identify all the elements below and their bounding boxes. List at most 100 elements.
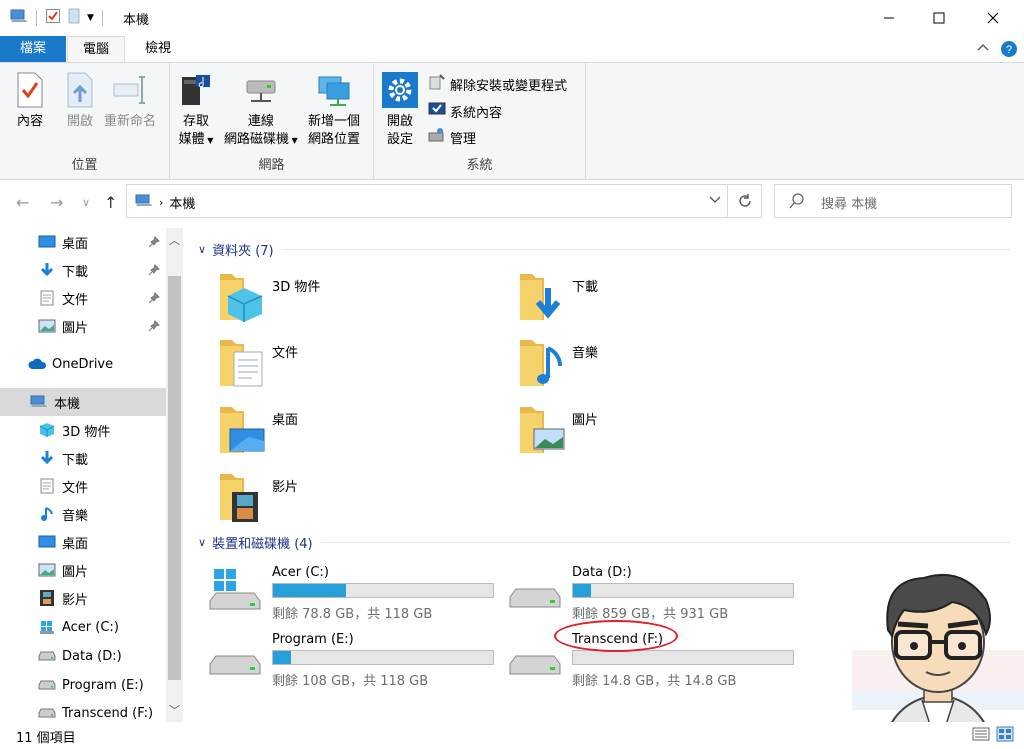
- breadcrumb-this-pc[interactable]: 本機: [169, 193, 195, 212]
- folder-documents[interactable]: 文件: [218, 336, 298, 390]
- ribbon-group-label: 位置: [71, 158, 98, 173]
- open-button[interactable]: 開啟: [62, 71, 98, 131]
- properties-icon[interactable]: [45, 8, 61, 28]
- folder-downloads-icon: [518, 270, 566, 324]
- address-dropdown-icon[interactable]: [709, 192, 721, 210]
- pin-icon[interactable]: [148, 292, 160, 308]
- nav-item-drive-c[interactable]: Acer (C:): [0, 613, 166, 641]
- folders-group-header[interactable]: ∨ 資料夾 (7): [198, 240, 1010, 259]
- large-icons-view-icon[interactable]: [996, 726, 1014, 746]
- minimize-button[interactable]: [862, 0, 916, 36]
- nav-item-drive-e[interactable]: Program (E:): [0, 671, 166, 699]
- download-arrow-icon: [38, 261, 56, 279]
- nav-item-desktop-quick[interactable]: 桌面: [0, 228, 166, 256]
- up-button[interactable]: ↑: [104, 193, 117, 212]
- new-folder-icon[interactable]: [67, 8, 81, 28]
- folder-pictures-icon: [518, 403, 566, 457]
- drives-group-header[interactable]: ∨ 裝置和磁碟機 (4): [198, 533, 1010, 552]
- nav-item-pictures-quick[interactable]: 圖片: [0, 312, 166, 340]
- folder-music[interactable]: 音樂: [518, 336, 598, 390]
- scrollbar-thumb[interactable]: [168, 276, 181, 680]
- add-network-location-button[interactable]: 新增一個 網路位置: [308, 71, 360, 149]
- ribbon-group-network: 存取 媒體 ▼ 連線 網路磁碟機 ▼ 新增一個 網路位置 網路: [170, 63, 374, 179]
- chevron-down-icon[interactable]: ▼: [87, 13, 94, 23]
- ribbon-group-label: 系統: [466, 158, 493, 173]
- nav-item-onedrive[interactable]: OneDrive: [0, 350, 166, 378]
- access-media-button[interactable]: 存取 媒體 ▼: [178, 71, 214, 150]
- nav-item-documents[interactable]: 文件: [0, 472, 166, 500]
- nav-item-desktop[interactable]: 桌面: [0, 528, 166, 556]
- scroll-up-icon[interactable]: ︿: [169, 232, 180, 248]
- nav-pane-scrollbar[interactable]: ︿ ﹀: [166, 228, 183, 722]
- item-count: 11 個項目: [16, 731, 76, 746]
- folder-music-icon: [518, 336, 566, 390]
- tab-computer[interactable]: 電腦: [67, 36, 125, 62]
- nav-item-documents-quick[interactable]: 文件: [0, 284, 166, 312]
- desktop-icon: [38, 233, 56, 251]
- address-bar[interactable]: › 本機: [126, 184, 762, 218]
- hard-drive-icon: [38, 704, 56, 722]
- uninstall-program-button[interactable]: 解除安裝或變更程式: [428, 73, 567, 95]
- nav-item-videos[interactable]: 影片: [0, 584, 166, 612]
- nav-item-downloads-quick[interactable]: 下載: [0, 256, 166, 284]
- chevron-down-icon[interactable]: ∨: [198, 536, 206, 549]
- drive-e[interactable]: Program (E:) 剩餘 108 GB，共 118 GB: [184, 628, 494, 689]
- close-button[interactable]: [966, 0, 1020, 36]
- map-network-drive-button[interactable]: 連線 網路磁碟機 ▼: [224, 71, 298, 150]
- chevron-right-icon[interactable]: ›: [159, 196, 163, 209]
- status-bar: 11 個項目: [0, 722, 1024, 749]
- forward-button[interactable]: →: [50, 193, 63, 212]
- hard-drive-icon: [38, 676, 56, 694]
- nav-item-music[interactable]: 音樂: [0, 500, 166, 528]
- nav-item-downloads[interactable]: 下載: [0, 444, 166, 472]
- recent-locations-button[interactable]: ∨: [82, 196, 90, 209]
- pin-icon[interactable]: [148, 236, 160, 252]
- nav-item-drive-d[interactable]: Data (D:): [0, 642, 166, 670]
- collapse-ribbon-icon[interactable]: [976, 40, 990, 54]
- ribbon-group-label: 網路: [258, 158, 285, 173]
- folder-documents-icon: [218, 336, 266, 390]
- refresh-button[interactable]: [727, 185, 761, 217]
- folder-pictures[interactable]: 圖片: [518, 403, 598, 457]
- details-view-icon[interactable]: [972, 726, 990, 746]
- rename-icon: [112, 71, 148, 109]
- manage-button[interactable]: 管理: [428, 126, 476, 148]
- open-settings-button[interactable]: 開啟 設定: [382, 71, 418, 149]
- folder-3d-objects[interactable]: 3D 物件: [218, 270, 320, 324]
- drive-usage-fill: [273, 584, 346, 597]
- ribbon-tabs: 檔案 電腦 檢視 ?: [0, 36, 1024, 62]
- drive-c[interactable]: Acer (C:) 剩餘 78.8 GB，共 118 GB: [184, 561, 494, 622]
- system-properties-icon: [428, 100, 446, 122]
- hard-drive-icon: [508, 567, 564, 611]
- folder-videos[interactable]: 影片: [218, 470, 298, 524]
- folder-downloads[interactable]: 下載: [518, 270, 598, 324]
- drive-d[interactable]: Data (D:) 剩餘 859 GB，共 931 GB: [484, 561, 794, 622]
- picture-icon: [38, 561, 56, 579]
- this-pc-icon: [135, 194, 153, 212]
- chevron-down-icon[interactable]: ∨: [198, 243, 206, 256]
- properties-button[interactable]: 內容: [12, 71, 48, 131]
- highlight-circle: [554, 620, 678, 652]
- nav-item-3d-objects[interactable]: 3D 物件: [0, 416, 166, 444]
- nav-item-this-pc[interactable]: 本機: [0, 388, 166, 416]
- drive-usage-fill: [273, 651, 291, 664]
- 3d-cube-icon: [38, 421, 56, 439]
- system-properties-button[interactable]: 系統內容: [428, 100, 502, 122]
- title-bar: ▼ 本機: [0, 0, 1024, 36]
- folder-desktop[interactable]: 桌面: [218, 403, 298, 457]
- avatar: [852, 560, 1024, 749]
- back-button[interactable]: ←: [16, 193, 29, 212]
- pin-icon[interactable]: [148, 320, 160, 336]
- search-box[interactable]: 搜尋 本機: [774, 184, 1012, 218]
- help-icon[interactable]: ?: [1000, 40, 1018, 58]
- rename-button[interactable]: 重新命名: [104, 71, 156, 131]
- pin-icon[interactable]: [148, 264, 160, 280]
- nav-item-pictures[interactable]: 圖片: [0, 556, 166, 584]
- tab-file[interactable]: 檔案: [0, 36, 66, 62]
- scroll-down-icon[interactable]: ﹀: [169, 702, 180, 718]
- music-note-icon: [38, 505, 56, 523]
- maximize-button[interactable]: [912, 0, 966, 36]
- manage-icon: [428, 126, 446, 148]
- tab-view[interactable]: 檢視: [133, 36, 183, 62]
- nav-item-drive-f[interactable]: Transcend (F:): [0, 699, 166, 722]
